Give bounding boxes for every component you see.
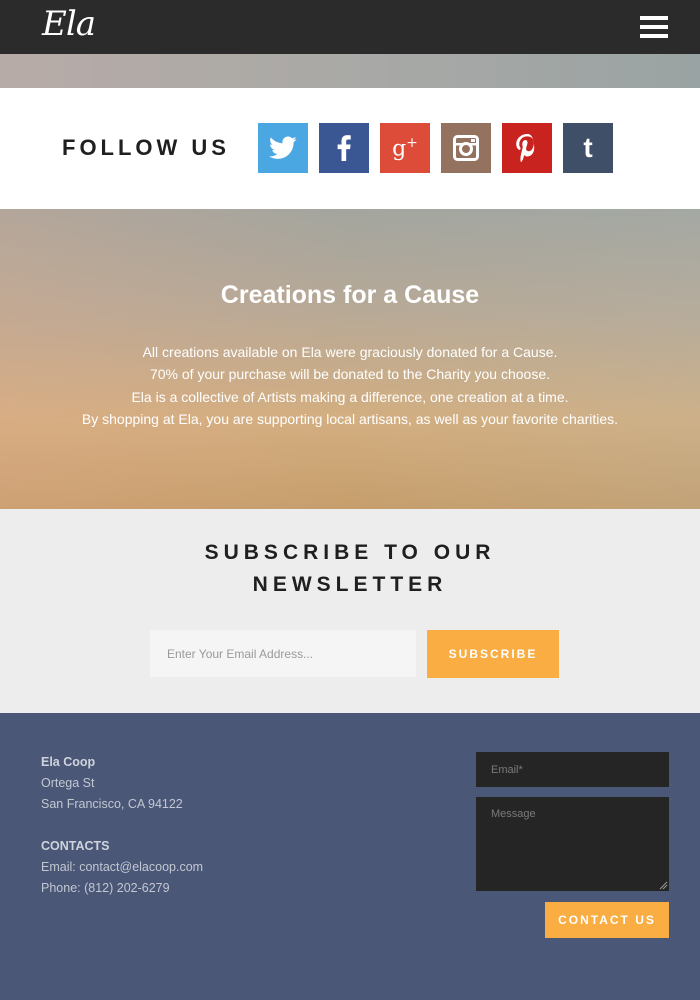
contact-message-textarea[interactable]	[476, 797, 669, 891]
pinterest-icon	[516, 134, 535, 162]
contacts-heading: CONTACTS	[41, 839, 110, 853]
site-logo[interactable]: Ela	[42, 4, 96, 44]
twitter-icon	[269, 136, 297, 159]
twitter-button[interactable]	[258, 123, 308, 173]
hero-text-line: All creations available on Ela were grac…	[142, 344, 558, 360]
top-navbar: Ela	[0, 0, 700, 54]
newsletter-title-line1: SUBSCRIBE TO OUR	[204, 541, 496, 564]
footer-section: Ela Coop Ortega St San Francisco, CA 941…	[0, 713, 700, 1000]
tumblr-icon: t	[583, 132, 593, 163]
tumblr-button[interactable]: t	[563, 123, 613, 173]
hero-text-line: By shopping at Ela, you are supporting l…	[81, 411, 619, 427]
contact-email[interactable]: Email: contact@elacoop.com	[41, 860, 203, 874]
facebook-button[interactable]	[319, 123, 369, 173]
hero-background-strip	[0, 54, 700, 88]
newsletter-title-line2: NEWSLETTER	[252, 573, 448, 596]
google-plus-button[interactable]: g+	[380, 123, 430, 173]
hero-title: Creations for a Cause	[220, 281, 480, 309]
instagram-icon	[453, 135, 479, 161]
follow-us-section: FOLLOW US g+ t	[0, 88, 700, 209]
contact-phone[interactable]: Phone: (812) 202-6279	[41, 881, 170, 895]
contact-us-button[interactable]: CONTACT US	[545, 902, 669, 938]
subscribe-button[interactable]: SUBSCRIBE	[427, 630, 559, 678]
hero-text-line: 70% of your purchase will be donated to …	[149, 366, 551, 382]
facebook-icon	[337, 135, 351, 161]
hamburger-menu-icon[interactable]	[640, 16, 668, 38]
company-name: Ela Coop	[41, 755, 96, 769]
google-plus-icon: g+	[392, 134, 418, 162]
follow-us-title: FOLLOW US	[62, 135, 230, 160]
contact-email-input[interactable]	[476, 752, 669, 787]
newsletter-email-input[interactable]	[150, 630, 416, 677]
resize-grip-icon[interactable]	[659, 881, 668, 890]
cause-hero-section: Creations for a Cause All creations avai…	[0, 209, 700, 509]
address-line-1: Ortega St	[41, 776, 95, 790]
newsletter-section: SUBSCRIBE TO OUR NEWSLETTER SUBSCRIBE	[0, 509, 700, 713]
pinterest-button[interactable]	[502, 123, 552, 173]
hero-text-line: Ela is a collective of Artists making a …	[131, 389, 569, 405]
address-line-2: San Francisco, CA 94122	[41, 797, 183, 811]
instagram-button[interactable]	[441, 123, 491, 173]
